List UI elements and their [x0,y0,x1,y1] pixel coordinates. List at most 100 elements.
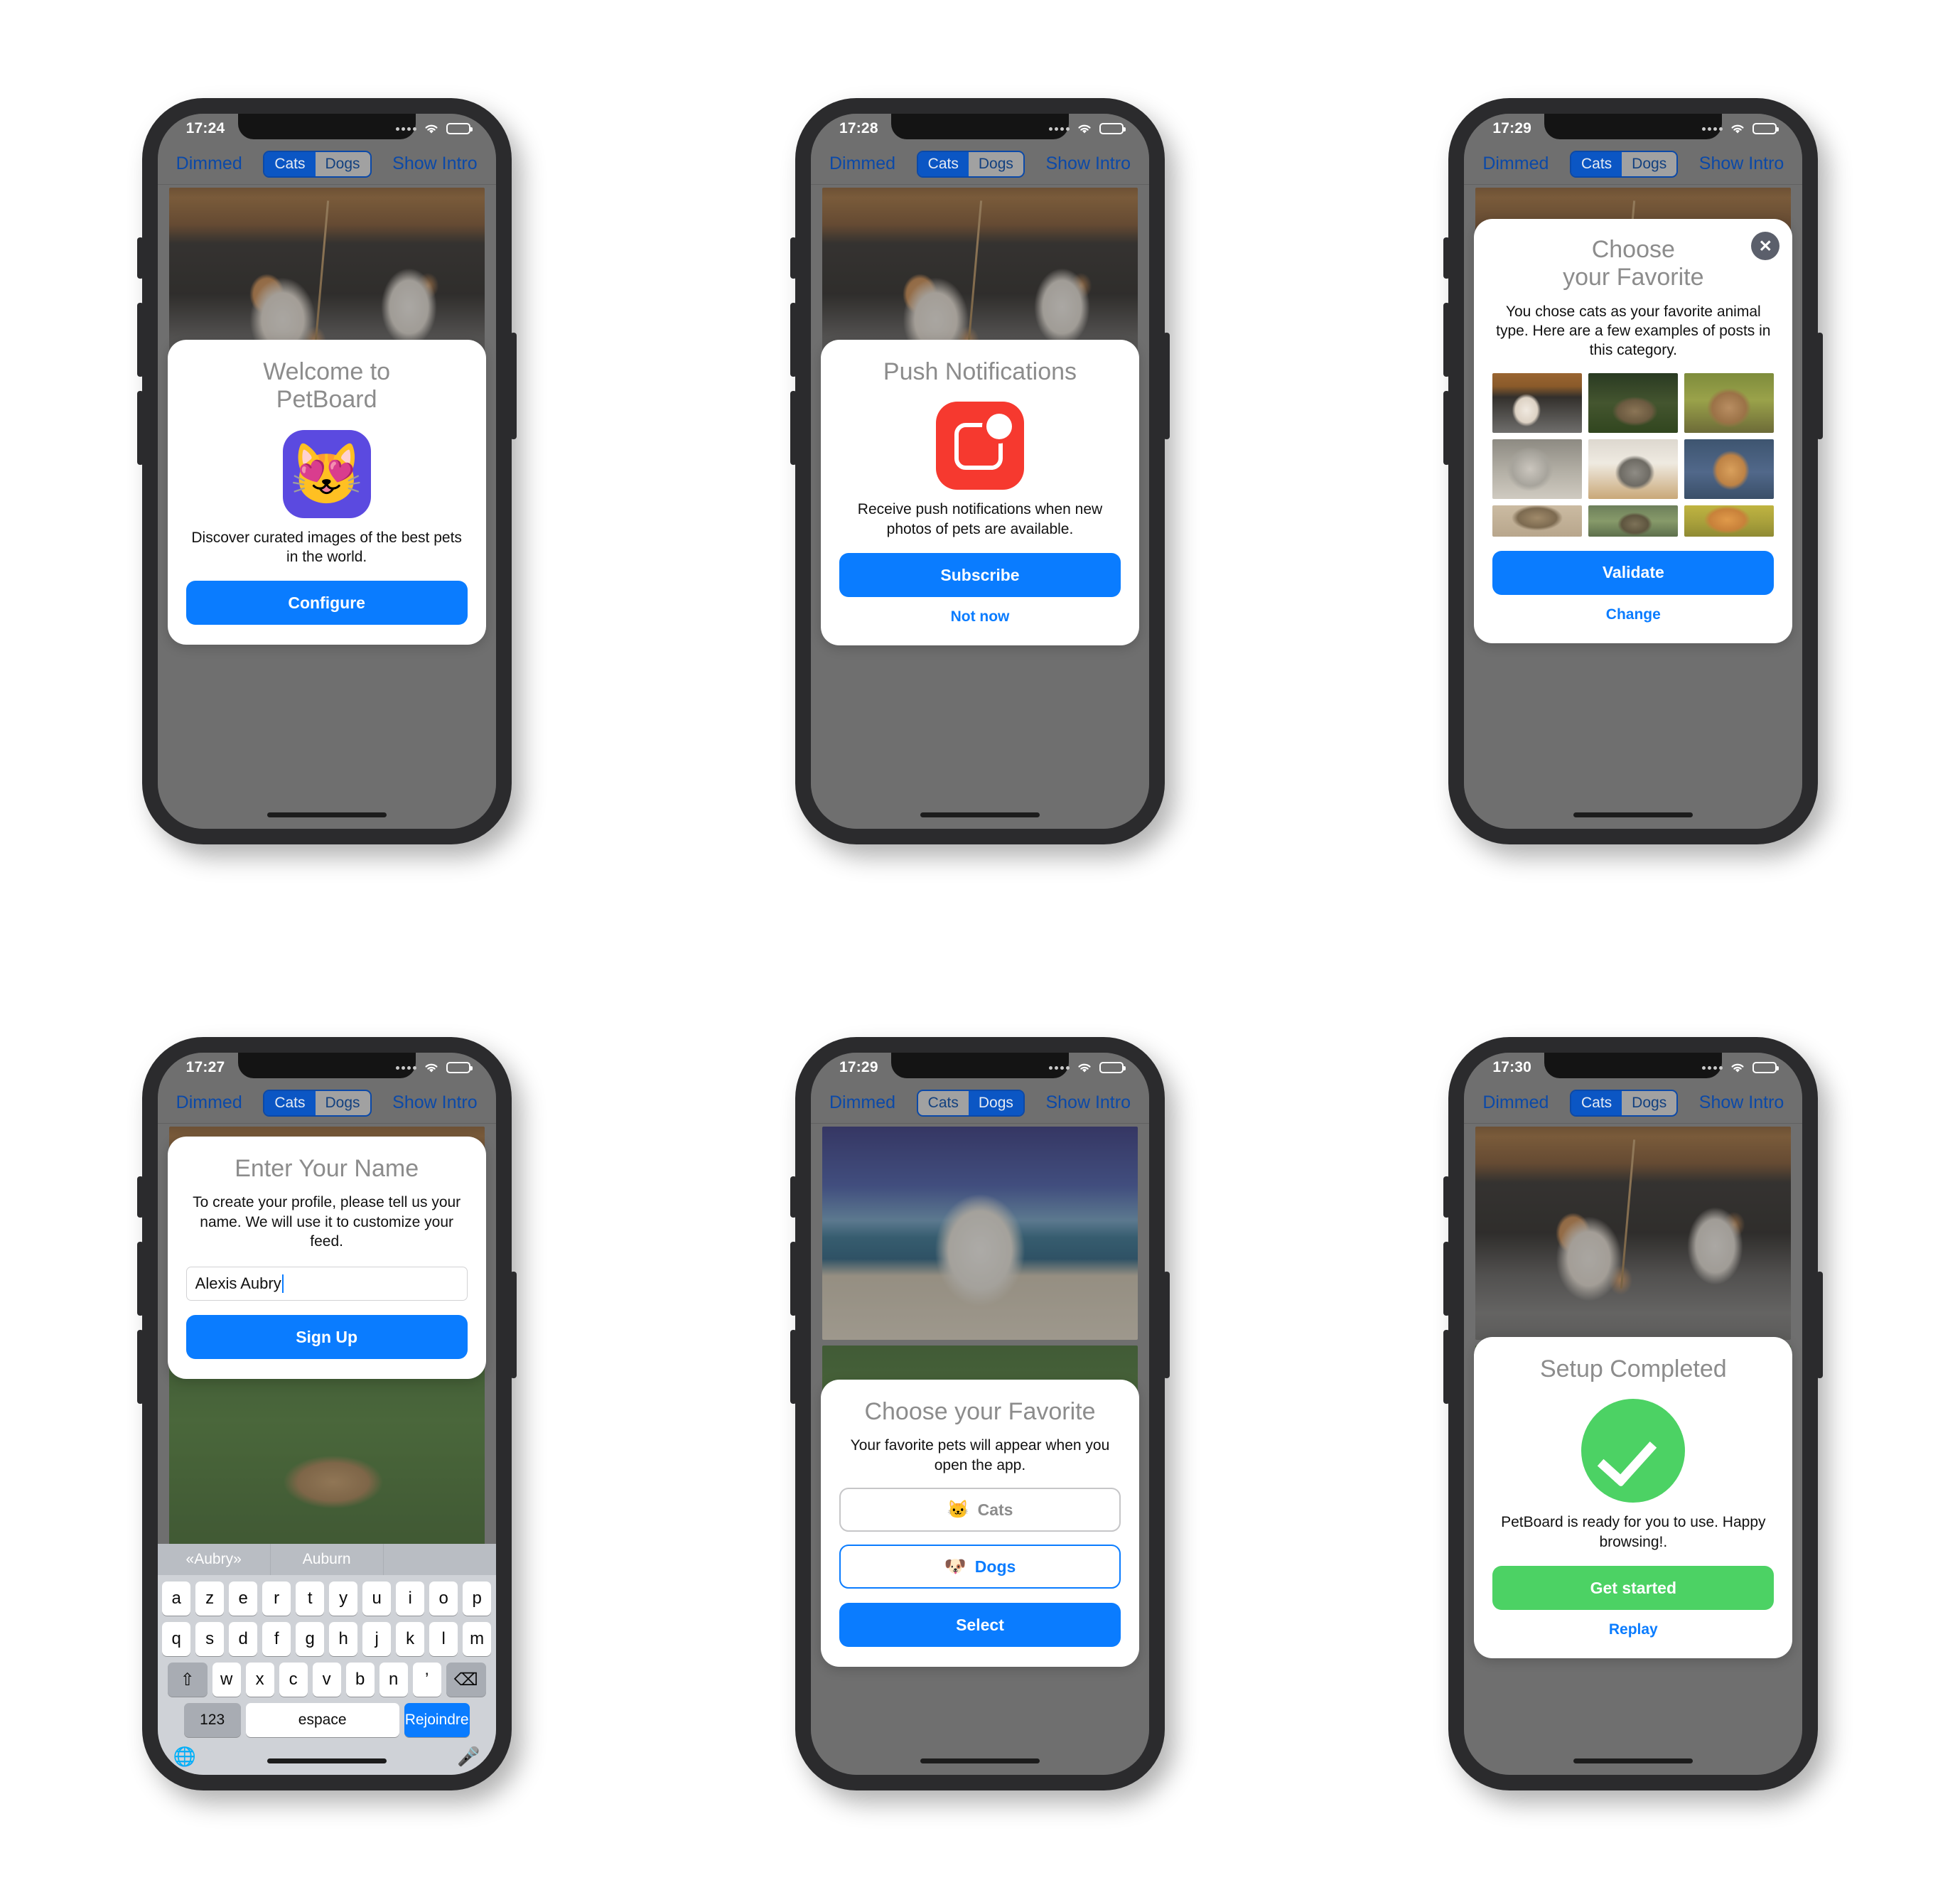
volume-down-button[interactable] [790,391,797,465]
thumbnail[interactable] [1588,505,1679,537]
name-input[interactable]: Alexis Aubry [185,1267,468,1301]
configure-button[interactable]: Configure [185,581,468,625]
key-n[interactable]: n [379,1663,408,1697]
home-indicator[interactable] [1573,812,1694,817]
validate-button[interactable]: Validate [1492,550,1775,595]
key-h[interactable]: h [329,1622,358,1656]
segment-dogs[interactable]: Dogs [315,151,370,176]
segment-cats[interactable]: Cats [1571,1090,1622,1115]
change-button[interactable]: Change [1492,606,1774,623]
volume-up-button[interactable] [1443,1242,1450,1316]
key-a[interactable]: a [162,1581,191,1616]
replay-button[interactable]: Replay [1492,1621,1774,1638]
key-z[interactable]: z [195,1581,225,1616]
pet-type-segmented-control[interactable]: Cats Dogs [263,1089,372,1117]
show-intro-button[interactable]: Show Intro [1045,154,1131,174]
dimmed-button[interactable]: Dimmed [176,154,242,174]
suggestion-item[interactable]: «Aubry» [158,1544,270,1575]
key-g[interactable]: g [296,1622,325,1656]
key-e[interactable]: e [229,1581,258,1616]
volume-up-button[interactable] [790,1242,797,1316]
volume-up-button[interactable] [136,1242,144,1316]
silent-switch[interactable] [790,1176,797,1218]
power-button[interactable] [1163,333,1170,439]
segment-dogs[interactable]: Dogs [1622,151,1677,176]
volume-up-button[interactable] [136,303,144,377]
key-x[interactable]: x [245,1663,274,1697]
key-t[interactable]: t [296,1581,325,1616]
show-intro-button[interactable]: Show Intro [392,1092,478,1113]
option-dogs[interactable]: 🐶 Dogs [839,1545,1121,1589]
segment-dogs[interactable]: Dogs [968,151,1023,176]
volume-down-button[interactable] [136,1330,144,1404]
option-cats[interactable]: 🐱 Cats [839,1488,1121,1532]
key-o[interactable]: o [429,1581,458,1616]
silent-switch[interactable] [790,237,797,279]
home-indicator[interactable] [920,812,1040,817]
key-y[interactable]: y [329,1581,358,1616]
go-key[interactable]: Rejoindre [404,1703,470,1737]
thumbnail[interactable] [1684,372,1775,433]
shift-icon[interactable]: ⇧ [167,1663,208,1697]
home-indicator[interactable] [920,1758,1040,1763]
key-m[interactable]: m [463,1622,492,1656]
key-k[interactable]: k [396,1622,425,1656]
feed-photo-kittens[interactable] [1475,1127,1792,1340]
key-d[interactable]: d [229,1622,258,1656]
dimmed-button[interactable]: Dimmed [1482,1092,1549,1113]
power-button[interactable] [1163,1272,1170,1378]
dimmed-button[interactable]: Dimmed [829,154,895,174]
thumbnail[interactable] [1588,372,1679,433]
power-button[interactable] [1816,333,1824,439]
power-button[interactable] [510,1272,517,1378]
silent-switch[interactable] [136,237,144,279]
thumbnail[interactable] [1492,505,1583,537]
show-intro-button[interactable]: Show Intro [1699,154,1784,174]
key-s[interactable]: s [195,1622,225,1656]
suggestion-bar[interactable]: «Aubry» Auburn [157,1544,496,1575]
show-intro-button[interactable]: Show Intro [1699,1092,1784,1113]
thumbnail[interactable] [1588,439,1679,499]
segment-cats[interactable]: Cats [1571,151,1622,176]
silent-switch[interactable] [136,1176,144,1218]
key-u[interactable]: u [362,1581,392,1616]
microphone-icon[interactable]: 🎤 [457,1746,480,1768]
dimmed-button[interactable]: Dimmed [1482,154,1549,174]
segment-cats[interactable]: Cats [917,151,969,176]
key-apostrophe[interactable]: ’ [412,1663,441,1697]
key-f[interactable]: f [262,1622,291,1656]
home-indicator[interactable] [1573,1758,1694,1763]
feed-photo-puppy-beach[interactable] [822,1127,1138,1340]
pet-type-segmented-control[interactable]: Cats Dogs [263,150,372,178]
delete-icon[interactable]: ⌫ [446,1663,486,1697]
volume-down-button[interactable] [790,1330,797,1404]
power-button[interactable] [1816,1272,1824,1378]
suggestion-item[interactable] [382,1544,496,1575]
pet-type-segmented-control[interactable]: Cats Dogs [916,150,1025,178]
key-w[interactable]: w [212,1663,241,1697]
segment-dogs[interactable]: Dogs [315,1090,370,1115]
dimmed-button[interactable]: Dimmed [829,1092,895,1113]
key-p[interactable]: p [463,1581,492,1616]
segment-dogs[interactable]: Dogs [968,1090,1023,1115]
sign-up-button[interactable]: Sign Up [185,1315,468,1360]
segment-cats[interactable]: Cats [917,1090,969,1115]
thumbnail[interactable] [1492,372,1583,433]
not-now-button[interactable]: Not now [839,608,1121,625]
pet-type-segmented-control[interactable]: Cats Dogs [916,1089,1025,1117]
key-r[interactable]: r [262,1581,291,1616]
space-key[interactable]: espace [245,1703,399,1737]
volume-up-button[interactable] [790,303,797,377]
globe-icon[interactable]: 🌐 [173,1746,196,1768]
key-j[interactable]: j [362,1622,392,1656]
home-indicator[interactable] [266,812,387,817]
subscribe-button[interactable]: Subscribe [839,553,1121,598]
volume-down-button[interactable] [1443,1330,1450,1404]
software-keyboard[interactable]: «Aubry» Auburn a z e r t y u i o p q s d… [157,1544,496,1775]
home-indicator[interactable] [266,1758,387,1763]
close-icon[interactable]: ✕ [1751,232,1780,260]
segment-cats[interactable]: Cats [264,151,316,176]
segment-cats[interactable]: Cats [264,1090,316,1115]
suggestion-item[interactable]: Auburn [269,1544,383,1575]
select-button[interactable]: Select [839,1603,1121,1648]
